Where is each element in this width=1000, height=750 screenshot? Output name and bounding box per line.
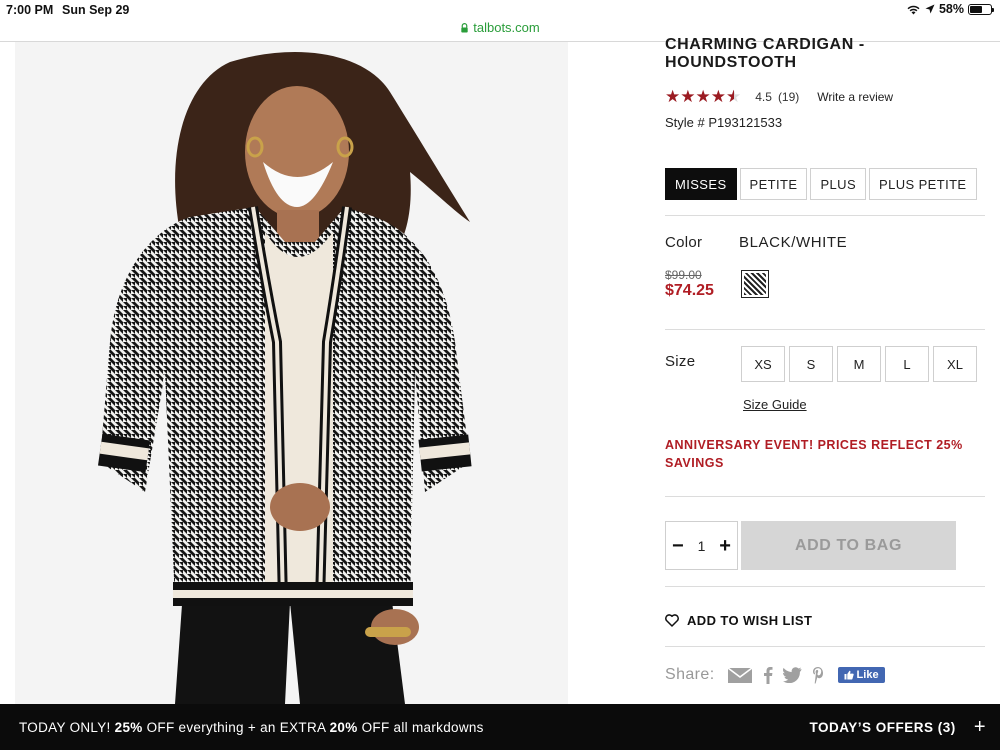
fit-tabs: MISSES PETITE PLUS PLUS PETITE — [665, 168, 977, 200]
battery-icon — [968, 3, 994, 15]
divider — [665, 496, 985, 497]
size-l-button[interactable]: L — [885, 346, 929, 382]
color-label: Color — [665, 234, 703, 251]
status-right: 58% — [906, 2, 994, 16]
style-number: Style # P193121533 — [665, 115, 783, 130]
color-name: BLACK/WHITE — [739, 234, 848, 251]
url-text: talbots.com — [473, 20, 540, 35]
color-row: Color BLACK/WHITE — [665, 234, 847, 251]
todays-offers-toggle[interactable]: TODAY’S OFFERS (3) + — [810, 716, 986, 739]
divider — [665, 586, 985, 587]
decrement-button[interactable]: − — [672, 536, 684, 556]
share-label: Share: — [665, 666, 715, 683]
quantity-value[interactable]: 1 — [698, 538, 706, 554]
half-star-icon: ★ ★ — [726, 87, 742, 106]
status-bar: 7:00 PM Sun Sep 29 58% — [0, 0, 1000, 20]
banner-pct-1: 25% — [114, 719, 143, 735]
color-swatch-black-white[interactable] — [741, 270, 769, 298]
rating-row: ★ ★ ★ ★ ★ ★ 4.5 (19) Write a review — [665, 87, 893, 106]
size-options: XS S M L XL — [741, 346, 977, 382]
star-icon: ★ — [710, 87, 726, 106]
heart-icon — [665, 614, 679, 627]
email-icon[interactable] — [727, 666, 753, 684]
banner-message[interactable]: TODAY ONLY! 25% OFF everything + an EXTR… — [19, 720, 484, 735]
size-label: Size — [665, 353, 696, 370]
todays-offers-label: TODAY’S OFFERS (3) — [809, 719, 956, 735]
thumbs-up-icon — [844, 670, 854, 680]
divider — [665, 646, 985, 647]
size-xs-button[interactable]: XS — [741, 346, 785, 382]
share-row: Share: Like — [665, 666, 885, 684]
twitter-icon[interactable] — [782, 667, 802, 683]
lock-icon — [461, 22, 468, 33]
sale-price: $74.25 — [665, 282, 714, 299]
star-icon: ★ — [695, 87, 711, 106]
size-s-button[interactable]: S — [789, 346, 833, 382]
location-icon — [925, 4, 935, 14]
banner-suffix: OFF all markdowns — [357, 719, 484, 735]
product-image[interactable] — [15, 42, 568, 704]
add-to-bag-button[interactable]: ADD TO BAG — [741, 521, 956, 570]
write-review-link[interactable]: Write a review — [817, 90, 893, 104]
like-label: Like — [856, 669, 879, 681]
increment-button[interactable]: + — [719, 536, 731, 556]
status-date: Sun Sep 29 — [62, 3, 130, 17]
fit-tab-misses[interactable]: MISSES — [665, 168, 737, 200]
rating-value: 4.5 — [755, 89, 772, 104]
product-title: CHARMING CARDIGAN - HOUNDSTOOTH — [665, 36, 865, 71]
fit-tab-plus[interactable]: PLUS — [810, 168, 867, 200]
size-xl-button[interactable]: XL — [933, 346, 977, 382]
star-rating[interactable]: ★ ★ ★ ★ ★ ★ — [665, 87, 742, 106]
banner-mid: OFF everything + an EXTRA — [142, 719, 330, 735]
star-icon: ★ — [665, 87, 681, 106]
review-count[interactable]: (19) — [778, 90, 799, 104]
quantity-stepper: − 1 + — [665, 521, 738, 570]
divider — [665, 329, 985, 330]
size-guide-link[interactable]: Size Guide — [743, 397, 807, 412]
banner-prefix: TODAY ONLY! — [19, 719, 115, 735]
facebook-icon[interactable] — [763, 666, 773, 684]
promo-message: ANNIVERSARY EVENT! PRICES REFLECT 25% SA… — [665, 438, 963, 470]
size-m-button[interactable]: M — [837, 346, 881, 382]
divider — [665, 215, 985, 216]
fit-tab-petite[interactable]: PETITE — [739, 168, 808, 200]
facebook-like-button[interactable]: Like — [837, 667, 885, 683]
original-price: $99.00 — [665, 268, 702, 282]
wishlist-label: ADD TO WISH LIST — [687, 613, 813, 628]
pinterest-icon[interactable] — [812, 666, 824, 684]
wifi-icon — [907, 5, 920, 14]
expand-plus-icon[interactable]: + — [974, 716, 986, 739]
battery-percent: 58% — [938, 2, 964, 16]
star-icon: ★ — [680, 87, 696, 106]
model-photo — [15, 42, 568, 704]
add-to-wishlist-button[interactable]: ADD TO WISH LIST — [665, 613, 812, 628]
offers-banner: TODAY ONLY! 25% OFF everything + an EXTR… — [0, 704, 1000, 750]
status-time: 7:00 PM — [6, 3, 54, 17]
banner-pct-2: 20% — [329, 719, 358, 735]
fit-tab-plus-petite[interactable]: PLUS PETITE — [869, 168, 977, 200]
